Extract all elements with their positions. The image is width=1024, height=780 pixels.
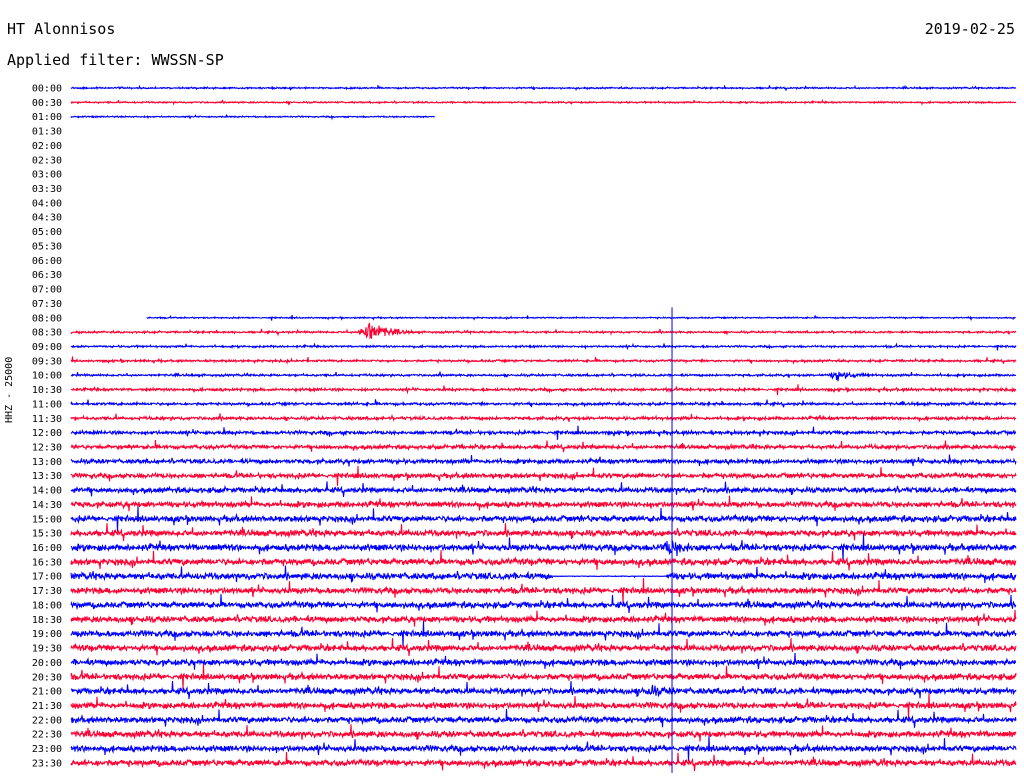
trace-line [70, 736, 1017, 762]
trace-line [70, 399, 1017, 408]
trace-line [70, 425, 1017, 440]
row-label: 00:30 [32, 98, 62, 109]
trace-line [70, 465, 1017, 486]
trace-line [70, 371, 1016, 382]
trace-line [70, 550, 1017, 571]
trace-line [70, 609, 1017, 627]
seismogram-plot: 00:00 00:30 01:00 01:30 02:00 02:30 03:00 03:30… [32, 84, 1017, 773]
trace-line [70, 708, 1017, 728]
trace-line [70, 751, 1017, 771]
trace-line [70, 523, 1017, 542]
trace-line [70, 384, 1017, 396]
row-label: 17:30 [32, 586, 62, 597]
row-label: 04:30 [32, 213, 62, 224]
trace-line [70, 534, 1017, 562]
trace-line [70, 495, 1017, 512]
row-label: 06:30 [32, 270, 62, 281]
trace-line [70, 565, 554, 583]
row-label: 16:00 [32, 543, 62, 554]
trace-line [70, 356, 1017, 365]
trace-line [70, 481, 1017, 497]
trace-line [70, 114, 435, 121]
row-label: 02:30 [32, 155, 62, 166]
row-label: 22:00 [32, 715, 62, 726]
row-label: 07:30 [32, 299, 62, 310]
row-label: 19:00 [32, 629, 62, 640]
row-label: 10:00 [32, 371, 62, 382]
trace-line [70, 652, 1017, 670]
trace-line [70, 724, 1017, 742]
trace-line [70, 99, 1017, 106]
trace-line [70, 454, 1017, 467]
row-label: 20:00 [32, 658, 62, 669]
row-label: 13:00 [32, 457, 62, 468]
row-label: 16:30 [32, 557, 62, 568]
trace-line [70, 578, 1017, 604]
row-label: 17:00 [32, 572, 62, 583]
trace-line [70, 664, 1017, 690]
trace-line [146, 314, 1016, 322]
row-label: 21:30 [32, 701, 62, 712]
row-label: 11:00 [32, 399, 62, 410]
trace-line [70, 637, 1017, 657]
row-label: 10:30 [32, 385, 62, 396]
row-label: 11:30 [32, 414, 62, 425]
row-label: 01:30 [32, 127, 62, 138]
row-label: 21:00 [32, 687, 62, 698]
trace-line [70, 322, 1017, 340]
trace-line [552, 575, 667, 579]
row-label: 08:00 [32, 313, 62, 324]
row-label: 20:30 [32, 672, 62, 683]
trace-line [70, 439, 1017, 453]
trace-line [70, 413, 1017, 422]
row-label: 19:30 [32, 644, 62, 655]
trace-line [70, 693, 1017, 719]
trace-line [70, 680, 1017, 700]
row-label: 01:00 [32, 112, 62, 123]
row-label: 15:30 [32, 529, 62, 540]
row-label: 12:00 [32, 428, 62, 439]
row-label: 02:00 [32, 141, 62, 152]
row-label: 05:00 [32, 227, 62, 238]
row-label: 13:30 [32, 471, 62, 482]
row-label: 14:00 [32, 486, 62, 497]
row-label: 15:00 [32, 514, 62, 525]
row-label: 06:00 [32, 256, 62, 267]
row-label: 03:30 [32, 184, 62, 195]
row-label: 03:00 [32, 170, 62, 181]
row-label: 18:00 [32, 600, 62, 611]
row-label: 23:30 [32, 758, 62, 769]
trace-line [70, 84, 1017, 92]
trace-line [70, 342, 1017, 351]
trace-line [70, 621, 1017, 647]
row-label: 00:00 [32, 84, 62, 95]
row-label: 14:30 [32, 500, 62, 511]
row-label: 04:00 [32, 198, 62, 209]
trace-line [70, 594, 1017, 613]
row-label: 09:30 [32, 356, 62, 367]
row-label: 07:00 [32, 285, 62, 296]
trace-line [665, 566, 1017, 584]
trace-line [70, 506, 1017, 532]
row-label: 22:30 [32, 730, 62, 741]
row-label: 05:30 [32, 241, 62, 252]
row-label: 12:30 [32, 443, 62, 454]
row-label: 09:00 [32, 342, 62, 353]
row-label: 08:30 [32, 328, 62, 339]
row-label: 23:00 [32, 744, 62, 755]
row-label: 18:30 [32, 615, 62, 626]
